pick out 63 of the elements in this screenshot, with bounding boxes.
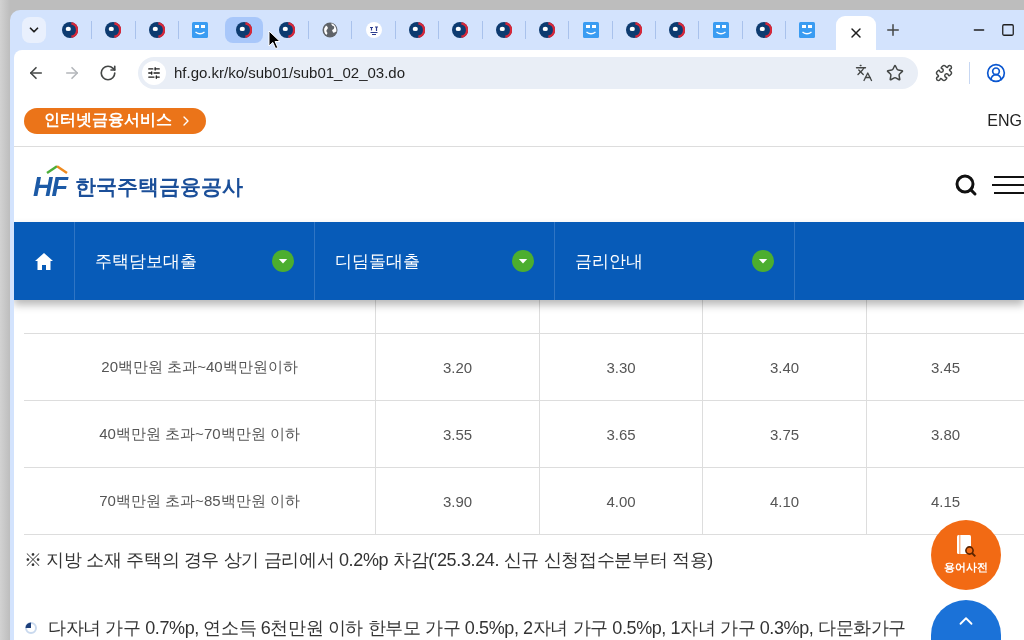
app-tile-icon bbox=[192, 22, 209, 38]
home-icon bbox=[35, 252, 53, 270]
emblem-icon bbox=[495, 22, 512, 38]
table-cell: 3.20 bbox=[376, 334, 540, 400]
note-text: ※ 지방 소재 주택의 경우 상기 금리에서 0.2%p 차감('25.3.24. 신규 신청접수분부터 적용) bbox=[24, 549, 713, 572]
puzzle-icon[interactable] bbox=[935, 63, 953, 82]
table-cell: 70백만원 초과~85백만원 이하 bbox=[24, 468, 376, 534]
emblem-icon bbox=[148, 22, 165, 38]
tab-search-button[interactable] bbox=[22, 17, 46, 43]
emblem-icon bbox=[669, 22, 686, 38]
globe-icon bbox=[322, 22, 339, 38]
language-link[interactable]: ENG bbox=[987, 111, 1022, 130]
table-cell: 3.40 bbox=[703, 334, 867, 400]
table-cell-text: 3.45 bbox=[929, 357, 962, 378]
caret-down-icon bbox=[272, 250, 294, 272]
caret-down-icon bbox=[752, 250, 774, 272]
sliders-icon bbox=[147, 65, 161, 80]
book-search-icon bbox=[956, 535, 976, 557]
bullet-icon bbox=[25, 622, 37, 634]
emblem-icon bbox=[452, 22, 469, 38]
nav-menu-item[interactable]: 주택담보대출 bbox=[75, 222, 315, 300]
table-cell-text: 3.80 bbox=[929, 424, 962, 445]
app-tile-icon bbox=[799, 22, 816, 38]
menu-icon[interactable] bbox=[992, 174, 1024, 195]
logo-initials[interactable]: HF bbox=[33, 172, 67, 201]
table-cell: 4.10 bbox=[703, 468, 867, 534]
table-cell: 3.55 bbox=[376, 401, 540, 467]
table-cell: 40백만원 초과~70백만원 이하 bbox=[24, 401, 376, 467]
table-cell: 3.30 bbox=[540, 334, 703, 400]
emblem-icon bbox=[539, 22, 556, 38]
maximize-icon[interactable] bbox=[1001, 23, 1015, 37]
emblem-icon bbox=[62, 22, 78, 38]
scroll-top-button[interactable] bbox=[931, 600, 1001, 640]
emblem-icon bbox=[625, 22, 642, 38]
search-icon[interactable] bbox=[954, 172, 978, 197]
table-cell: 3.75 bbox=[703, 401, 867, 467]
seal-icon bbox=[365, 22, 382, 38]
table-cell: 3.90 bbox=[376, 468, 540, 534]
browser-tab[interactable] bbox=[224, 17, 263, 43]
caret-down-icon bbox=[512, 250, 534, 272]
emblem-icon bbox=[278, 22, 295, 38]
site-info-button[interactable] bbox=[142, 60, 166, 85]
bullet-text: 다자녀 가구 0.7%p, 연소득 6천만원 이하 한부모 가구 0.5%p, 2자녀 가구 0.5%p, 1자녀 가구 0.3%p, 다문화가구 bbox=[48, 617, 906, 640]
emblem-icon bbox=[756, 22, 772, 38]
profile-icon[interactable] bbox=[986, 62, 1006, 83]
nav-menu-item[interactable]: 디딤돌대출 bbox=[315, 222, 555, 300]
emblem-icon bbox=[105, 22, 122, 38]
translate-icon[interactable] bbox=[855, 63, 873, 82]
company-name[interactable]: 한국주택금융공사 bbox=[75, 172, 243, 201]
address-bar[interactable]: hf.go.kr/ko/sub01/sub01_02_03.do bbox=[138, 56, 918, 89]
house-roof-icon bbox=[46, 164, 68, 174]
url-text: hf.go.kr/ko/sub01/sub01_02_03.do bbox=[174, 64, 406, 81]
reload-icon[interactable] bbox=[99, 63, 117, 82]
app-tile-icon bbox=[712, 22, 729, 38]
table-cell: 4.00 bbox=[540, 468, 703, 534]
nav-menu-item[interactable]: 금리안내 bbox=[555, 222, 795, 300]
table-cell: 20백만원 초과~40백만원이하 bbox=[24, 334, 376, 400]
emblem-icon bbox=[409, 22, 425, 38]
table-cell-text: 4.15 bbox=[929, 491, 962, 512]
star-icon[interactable] bbox=[886, 63, 904, 82]
emblem-icon bbox=[235, 22, 252, 38]
app-tile-icon bbox=[582, 22, 599, 38]
table-cell: 3.65 bbox=[540, 401, 703, 467]
